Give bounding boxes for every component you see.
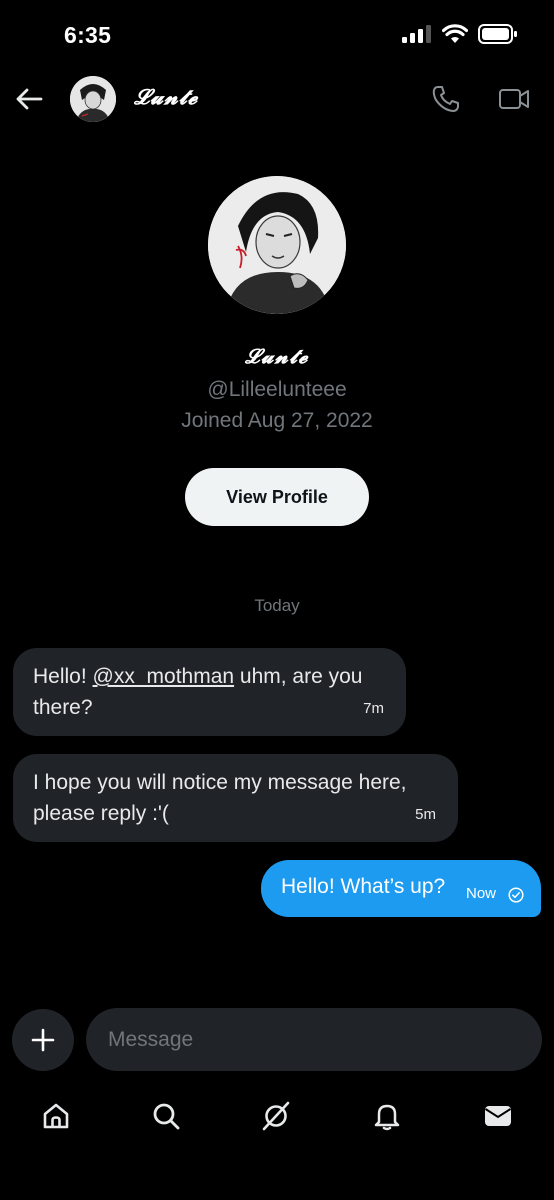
bell-icon [374,1104,400,1131]
message-bubble-incoming[interactable]: Hello! @xx_mothman uhm, are you there? 7… [13,648,406,736]
home-icon [43,1103,69,1129]
message-text: I hope you will notice my message here, … [33,767,407,829]
message-text-line2: there? [33,696,93,719]
add-media-button[interactable] [12,1009,74,1071]
message-bubble-incoming[interactable]: I hope you will notice my message here, … [13,754,458,842]
profile-avatar[interactable] [208,176,346,314]
nav-grok[interactable] [256,1096,296,1136]
check-circle-icon [508,887,524,903]
message-text-line1: I hope you will notice my message here, [33,771,407,794]
mail-icon [484,1106,512,1126]
nav-messages[interactable] [478,1096,518,1136]
avatar-sketch-large [208,176,346,314]
call-button[interactable] [428,82,464,116]
wifi-icon [442,24,468,43]
status-icons [402,24,518,44]
message-timestamp: Now [466,885,497,902]
phone-icon [432,86,459,112]
search-icon [153,1103,180,1130]
message-text: Hello! What’s up? [281,875,446,898]
date-separator: Today [254,596,300,615]
message-bubble-outgoing[interactable]: Hello! What’s up? Now [261,860,541,917]
message-timestamp: 5m [415,806,436,823]
message-text-suffix: uhm, are you [234,665,363,688]
cellular-signal-icon [402,25,431,43]
profile-display-name: 𝓛𝓾𝓷𝓽𝓮 [245,344,309,368]
message-text-line2: please reply :'( [33,802,169,825]
battery-icon [478,24,517,44]
profile-joined-date: Joined Aug 27, 2022 [181,409,373,432]
avatar-sketch [70,76,116,122]
arrow-left-icon [16,88,43,110]
video-call-button[interactable] [496,82,532,116]
status-time: 6:35 [64,22,112,48]
plus-icon [31,1028,55,1052]
message-input[interactable] [86,1008,542,1071]
mention-link[interactable]: @xx_mothman [93,665,235,688]
nav-notifications[interactable] [367,1096,407,1136]
message-timestamp: 7m [363,700,384,717]
message-text: Hello! @xx_mothman uhm, are you there? [33,661,362,723]
profile-handle: @Lilleelunteee [207,378,347,401]
view-profile-button[interactable]: View Profile [185,468,369,526]
message-text-prefix: Hello! [33,665,93,688]
grok-icon [262,1101,290,1131]
video-camera-icon [499,89,529,109]
nav-home[interactable] [36,1096,76,1136]
header-avatar[interactable] [70,76,116,122]
nav-search[interactable] [146,1096,186,1136]
back-button[interactable] [12,82,46,116]
header-contact-name[interactable]: 𝓛𝓾𝓷𝓽𝓮 [134,84,198,110]
